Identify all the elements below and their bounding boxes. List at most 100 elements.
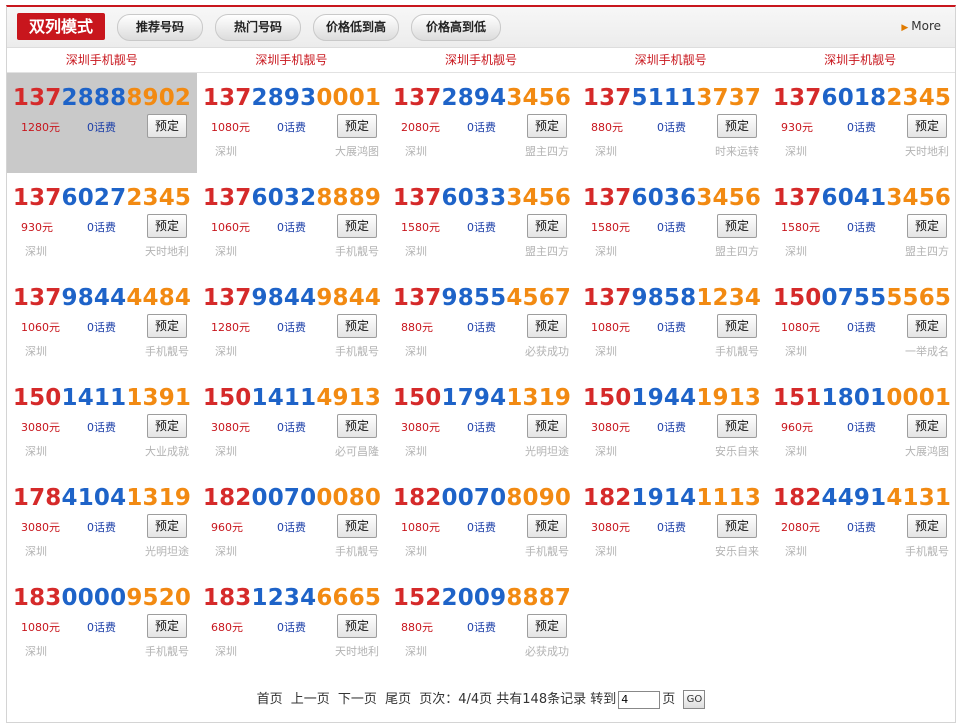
phone-number[interactable]: 15014114913 [197,385,387,411]
phone-number[interactable]: 13798449844 [197,285,387,311]
book-button[interactable]: 预定 [147,314,187,338]
toolbar: 双列模式 推荐号码 热门号码 价格低到高 价格高到低 ▶ More [7,7,955,48]
book-button[interactable]: 预定 [337,314,377,338]
phone-number[interactable]: 15220098887 [387,585,577,611]
phone-number-part: 137 [12,185,62,211]
phone-number-part: 8887 [506,585,572,611]
book-button[interactable]: 预定 [527,314,567,338]
phone-number[interactable]: 13760413456 [767,185,957,211]
phone-number[interactable]: 13751113737 [577,85,767,111]
tab-price-low-high[interactable]: 价格低到高 [313,14,399,41]
phone-number[interactable]: 18219141113 [577,485,767,511]
phone-number-part: 2345 [886,85,952,111]
city-label: 深圳 [405,445,427,458]
phone-number-part: 4491 [821,485,887,511]
book-button[interactable]: 预定 [717,314,757,338]
phone-number[interactable]: 15014111391 [7,385,197,411]
phone-number[interactable]: 13760272345 [7,185,197,211]
phone-number[interactable]: 13798554567 [387,285,577,311]
call-credit-label: 0话费 [657,221,686,234]
book-button[interactable]: 预定 [907,314,947,338]
phone-number-part: 137 [582,285,632,311]
phone-number[interactable]: 13760182345 [767,85,957,111]
city-label: 深圳 [595,545,617,558]
phone-number[interactable]: 15017941319 [387,385,577,411]
book-button[interactable]: 预定 [337,114,377,138]
phone-number-part: 183 [202,585,252,611]
phone-number[interactable]: 13728943456 [387,85,577,111]
book-button[interactable]: 预定 [907,114,947,138]
price-label: 1080元 [401,521,440,534]
book-button[interactable]: 预定 [527,414,567,438]
first-page-link[interactable]: 首页 [257,692,283,707]
book-button[interactable]: 预定 [907,514,947,538]
page-suffix: 页 [662,692,676,707]
number-card: 13751113737 880元 0话费 预定 深圳 时来运转 [577,73,767,173]
book-button[interactable]: 预定 [717,214,757,238]
more-link[interactable]: ▶ More [901,19,941,33]
dual-column-mode-button[interactable]: 双列模式 [17,13,105,40]
call-credit-label: 0话费 [467,621,496,634]
last-page-link[interactable]: 尾页 [385,692,411,707]
phone-number-part: 3456 [506,85,572,111]
go-button[interactable]: GO [683,690,706,709]
number-card: 18200700080 960元 0话费 预定 深圳 手机靓号 [197,473,387,573]
book-button[interactable]: 预定 [337,214,377,238]
book-button[interactable]: 预定 [527,214,567,238]
phone-number-part: 137 [202,85,252,111]
city-label: 深圳 [405,545,427,558]
price-label: 3080元 [591,421,630,434]
tab-recommended[interactable]: 推荐号码 [117,14,203,41]
number-card: 15019441913 3080元 0话费 预定 深圳 安乐自来 [577,373,767,473]
phone-number[interactable]: 18200708090 [387,485,577,511]
book-button[interactable]: 预定 [337,414,377,438]
phone-number[interactable]: 18312346665 [197,585,387,611]
prev-page-link[interactable]: 上一页 [291,692,330,707]
phone-number[interactable]: 13760333456 [387,185,577,211]
phone-number[interactable]: 15019441913 [577,385,767,411]
call-credit-label: 0话费 [847,221,876,234]
book-button[interactable]: 预定 [907,214,947,238]
call-credit-label: 0话费 [847,121,876,134]
phone-number[interactable]: 13728888902 [7,85,197,111]
phone-number-part: 9844 [61,285,127,311]
next-page-link[interactable]: 下一页 [338,692,377,707]
phone-number-part: 137 [12,285,62,311]
book-button[interactable]: 预定 [147,414,187,438]
phone-number[interactable]: 13798444484 [7,285,197,311]
book-button[interactable]: 预定 [147,214,187,238]
book-button[interactable]: 预定 [717,114,757,138]
phone-number[interactable]: 15007555565 [767,285,957,311]
book-button[interactable]: 预定 [907,414,947,438]
number-tag: 光明坦途 [145,545,189,558]
phone-number[interactable]: 13728930001 [197,85,387,111]
tab-popular[interactable]: 热门号码 [215,14,301,41]
phone-number[interactable]: 18244914131 [767,485,957,511]
number-grid: 13728888902 1280元 0话费 预定 13728930001 1080元 0话费… [7,73,957,673]
city-label: 深圳 [595,445,617,458]
book-button[interactable]: 预定 [147,614,187,638]
book-button[interactable]: 预定 [337,514,377,538]
phone-number[interactable]: 13798581234 [577,285,767,311]
phone-number[interactable]: 18200700080 [197,485,387,511]
phone-number[interactable]: 13760328889 [197,185,387,211]
price-label: 3080元 [401,421,440,434]
book-button[interactable]: 预定 [527,514,567,538]
call-credit-label: 0话费 [467,121,496,134]
book-button[interactable]: 预定 [717,514,757,538]
book-button[interactable]: 预定 [147,514,187,538]
tab-price-high-low[interactable]: 价格高到低 [411,14,501,41]
phone-number-part: 137 [772,85,822,111]
book-button[interactable]: 预定 [337,614,377,638]
book-button[interactable]: 预定 [527,614,567,638]
book-button[interactable]: 预定 [527,114,567,138]
phone-number[interactable]: 15118010001 [767,385,957,411]
book-button[interactable]: 预定 [717,414,757,438]
phone-number[interactable]: 17841041319 [7,485,197,511]
phone-number[interactable]: 18300009520 [7,585,197,611]
goto-page-input[interactable] [618,690,661,709]
book-button[interactable]: 预定 [147,114,187,138]
city-label: 深圳 [595,145,617,158]
phone-number[interactable]: 13760363456 [577,185,767,211]
call-credit-label: 0话费 [467,321,496,334]
